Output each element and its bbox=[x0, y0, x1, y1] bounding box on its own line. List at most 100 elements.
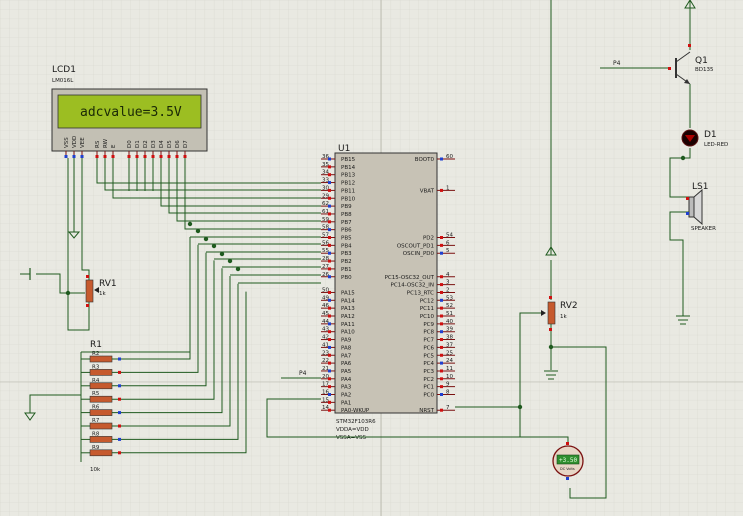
pin-state-marker bbox=[328, 393, 331, 396]
pin-state-marker bbox=[328, 267, 331, 271]
pin-state-marker bbox=[328, 204, 331, 208]
lcd-pin-label: D3 bbox=[151, 140, 157, 148]
mcu-pin-name: PB0 bbox=[341, 275, 352, 281]
pin-state-marker bbox=[118, 437, 121, 441]
r1-ref-label: R1 bbox=[90, 340, 102, 350]
pin-state-marker bbox=[328, 275, 331, 279]
pin-state-marker bbox=[440, 236, 443, 239]
pin-state-marker bbox=[183, 155, 187, 158]
lcd-pin-label: VEE bbox=[80, 137, 86, 148]
mcu-pin-name: PC10 bbox=[420, 314, 435, 320]
ls1-part-label: SPEAKER bbox=[691, 226, 716, 232]
mcu-pin-name: PB10 bbox=[341, 196, 356, 202]
mcu-pin-number: 42 bbox=[322, 335, 329, 341]
mcu-pin-number: 62 bbox=[322, 201, 329, 207]
mcu-pin-name: PC0 bbox=[423, 393, 434, 399]
mcu-pin-name: PC9 bbox=[423, 322, 434, 328]
pin-state-marker bbox=[440, 369, 443, 373]
pin-state-marker bbox=[328, 377, 331, 381]
pin-state-marker bbox=[440, 157, 443, 161]
mcu-pin-name: PA0-WKUP bbox=[341, 408, 370, 414]
pin-state-marker bbox=[440, 338, 443, 342]
mcu-pin-name: PA5 bbox=[341, 369, 352, 375]
pin-state-marker bbox=[328, 173, 331, 177]
rv2-value-label: 1k bbox=[560, 314, 567, 320]
rv2-ref-label: RV2 bbox=[560, 301, 578, 311]
pin-state-marker bbox=[328, 165, 331, 169]
mcu-pin-number: 6 bbox=[446, 240, 450, 246]
resistor-label: R3 bbox=[92, 364, 100, 370]
mcu-pin-number: 10 bbox=[446, 374, 453, 380]
mcu-pin-number: 39 bbox=[446, 327, 453, 333]
pin-state-marker bbox=[328, 243, 331, 247]
pin-state-marker bbox=[103, 155, 107, 158]
svg-text:P4: P4 bbox=[299, 370, 307, 377]
pin-state-marker bbox=[328, 408, 331, 412]
mcu-pin-name: PA7 bbox=[341, 353, 352, 359]
mcu-pin-name: PA2 bbox=[341, 393, 351, 399]
stm32-mcu[interactable]: U1 36 PB1535 PB1434 PB1333 PB1230 PB1129 PB106… bbox=[321, 144, 455, 441]
lcd-pin-label: D4 bbox=[159, 140, 165, 148]
mcu-pin-name: VBAT bbox=[420, 188, 435, 194]
mcu-pin-name: OSCIN_PD0 bbox=[403, 251, 435, 257]
mcu-pin-name: PC2 bbox=[423, 377, 434, 383]
mcu-pin-name: PB14 bbox=[341, 165, 356, 171]
mcu-pin-number: 9 bbox=[446, 382, 450, 388]
mcu-pin-name: PC7 bbox=[423, 338, 434, 344]
mcu-pin-name: PC4 bbox=[423, 361, 434, 367]
pin-state-marker bbox=[135, 155, 139, 158]
mcu-pin-name: PA3 bbox=[341, 385, 352, 391]
schematic-canvas[interactable]: LCD1 LM016L adcvalue=3.5V VSS VDD VEE RS RW E… bbox=[0, 0, 743, 516]
pin-state-marker bbox=[328, 298, 331, 302]
voltmeter-unit: DC Volts bbox=[560, 467, 575, 471]
pin-state-marker bbox=[118, 424, 121, 428]
pin-state-marker bbox=[95, 155, 99, 158]
mcu-pin-number: 2 bbox=[446, 287, 450, 293]
pin-state-marker bbox=[328, 196, 331, 200]
pin-state-marker bbox=[440, 314, 443, 318]
lcd-pin-label: D5 bbox=[167, 140, 173, 148]
mcu-pin-name: PC8 bbox=[423, 330, 434, 336]
lcd-pin-label: D2 bbox=[143, 140, 149, 148]
mcu-pin-number: 40 bbox=[446, 319, 453, 325]
resistor-label: R2 bbox=[92, 351, 99, 357]
mcu-pin-name: PC15-OSC32_OUT bbox=[385, 275, 435, 281]
resistor-label: R8 bbox=[92, 431, 100, 437]
rv1-value-label: 1k bbox=[99, 291, 106, 297]
mcu-pin-name: PB4 bbox=[341, 243, 352, 249]
pin-state-marker bbox=[440, 345, 443, 349]
pin-state-marker bbox=[328, 330, 331, 334]
mcu-pin-name: PA9 bbox=[341, 338, 352, 344]
mcu-pin-number: 4 bbox=[446, 272, 450, 278]
lcd-pin-label: RS bbox=[95, 140, 101, 148]
mcu-pin-number: 22 bbox=[322, 358, 329, 364]
pin-state-marker bbox=[440, 322, 443, 326]
pin-state-marker bbox=[72, 155, 76, 158]
mcu-pin-name: PA10 bbox=[341, 330, 355, 336]
mcu-pin-name: PC11 bbox=[420, 306, 434, 312]
mcu-pin-number: 3 bbox=[446, 280, 450, 286]
pin-state-marker bbox=[440, 290, 443, 294]
mcu-pin-name: PC1 bbox=[423, 385, 434, 391]
mcu-power-line-2: VSSA=VSS bbox=[336, 435, 366, 441]
mcu-power-line-1: VDDA=VDD bbox=[336, 427, 369, 433]
mcu-pin-name: OSCOUT_PD1 bbox=[397, 243, 434, 249]
pin-state-marker bbox=[440, 353, 443, 357]
pin-state-marker bbox=[328, 157, 331, 161]
pin-state-marker bbox=[118, 451, 121, 455]
pin-state-marker bbox=[118, 397, 121, 401]
mcu-pin-name: PB7 bbox=[341, 220, 352, 226]
mcu-pin-number: 53 bbox=[446, 295, 453, 301]
pin-state-marker bbox=[440, 385, 443, 389]
r1-value-label: 10k bbox=[90, 467, 101, 473]
mcu-pin-number: 60 bbox=[446, 154, 453, 160]
mcu-pin-name: PC13_RTC bbox=[407, 290, 434, 296]
lcd-pin-label: VDD bbox=[72, 136, 78, 148]
mcu-pin-number: 51 bbox=[446, 311, 453, 317]
rv1-ref-label: RV1 bbox=[99, 279, 117, 289]
pin-state-marker bbox=[328, 212, 331, 216]
pin-state-marker bbox=[328, 322, 331, 326]
mcu-pin-number: 54 bbox=[446, 233, 453, 239]
pin-state-marker bbox=[440, 361, 443, 365]
mcu-pin-name: PA6 bbox=[341, 361, 352, 367]
